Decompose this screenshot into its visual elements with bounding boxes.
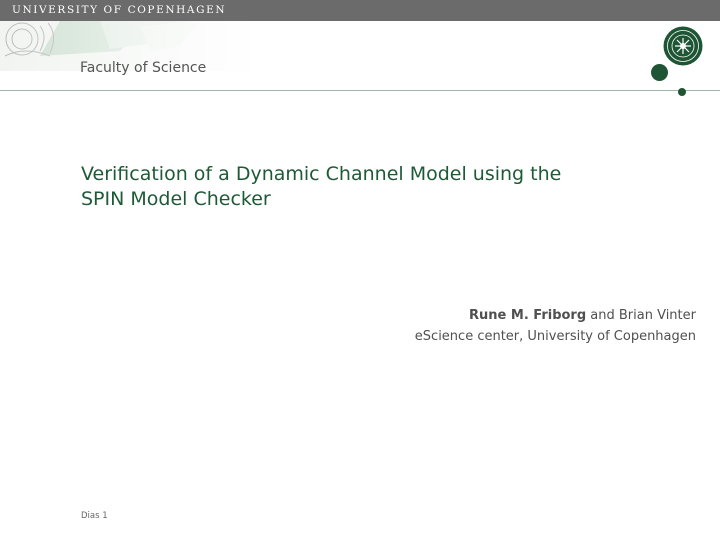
slide-title-line2: SPIN Model Checker xyxy=(81,188,271,210)
university-seal-icon xyxy=(663,26,703,66)
decorative-dot-small xyxy=(678,88,686,96)
affiliation: eScience center, University of Copenhage… xyxy=(414,329,696,344)
slide-title: Verification of a Dynamic Channel Model … xyxy=(81,162,641,212)
slide-number: Dias 1 xyxy=(81,511,108,521)
author-primary: Rune M. Friborg xyxy=(469,308,587,323)
top-bar: UNIVERSITY OF COPENHAGEN xyxy=(0,0,720,21)
header-divider xyxy=(0,90,720,91)
authors-block: Rune M. Friborg and Brian Vinter eScienc… xyxy=(415,305,696,347)
slide-title-line1: Verification of a Dynamic Channel Model … xyxy=(81,163,562,185)
author-line: Rune M. Friborg and Brian Vinter xyxy=(415,305,696,326)
decorative-dot-large xyxy=(651,64,668,81)
university-name: UNIVERSITY OF COPENHAGEN xyxy=(12,4,227,16)
author-secondary: and Brian Vinter xyxy=(586,308,696,323)
faculty-name: Faculty of Science xyxy=(80,60,207,76)
